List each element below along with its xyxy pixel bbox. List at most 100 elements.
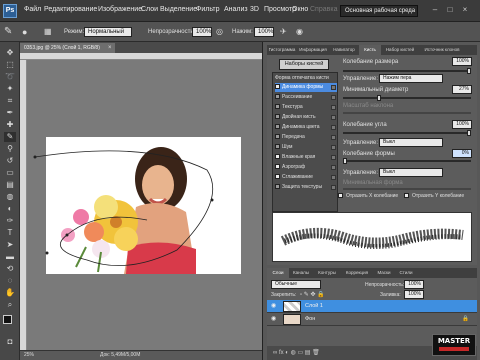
lasso-tool-icon[interactable]: ➰ xyxy=(4,72,16,82)
shape-tool-icon[interactable]: ▬ xyxy=(4,252,16,262)
checkbox-icon[interactable] xyxy=(275,174,280,180)
brush-tip-shape-item[interactable]: Форма отпечатка кисти xyxy=(275,74,337,83)
healing-tool-icon[interactable]: ✚ xyxy=(4,120,16,130)
slider-thumb[interactable] xyxy=(467,68,471,74)
path-select-tool-icon[interactable]: ➤ xyxy=(4,240,16,250)
checkbox-icon[interactable] xyxy=(275,104,280,110)
close-icon[interactable]: × xyxy=(460,5,470,15)
checkbox-icon[interactable] xyxy=(275,184,280,190)
airbrush-icon[interactable]: ✈ xyxy=(280,27,290,37)
maximize-icon[interactable]: □ xyxy=(445,5,455,15)
checkbox-icon[interactable] xyxy=(275,154,280,160)
fill-value[interactable]: 100% xyxy=(404,290,424,299)
lock-icon[interactable] xyxy=(331,145,336,150)
3d-orbit-tool-icon[interactable]: ◌ xyxy=(4,276,16,286)
lock-icon[interactable] xyxy=(331,85,336,90)
lock-icon[interactable] xyxy=(331,155,336,160)
checkbox-icon[interactable] xyxy=(275,124,280,130)
layer-row[interactable]: ◉ Слой 1 xyxy=(267,300,477,313)
layer-name[interactable]: Слой 1 xyxy=(305,300,323,313)
menu-edit[interactable]: Редактирование xyxy=(44,6,97,13)
zoom-tool-icon[interactable]: ⌕ xyxy=(4,300,16,310)
menu-3d[interactable]: 3D xyxy=(250,6,259,13)
roundness-jitter-value[interactable]: 0% xyxy=(452,149,472,158)
control-select-1[interactable]: Нажим пера xyxy=(379,74,443,83)
menu-image[interactable]: Изображение xyxy=(98,6,142,13)
history-brush-tool-icon[interactable]: ↺ xyxy=(4,156,16,166)
color-dynamics-item[interactable]: Динамика цвета xyxy=(275,123,337,132)
close-doc-icon[interactable]: × xyxy=(108,44,114,52)
roundness-jitter-slider[interactable] xyxy=(343,158,471,164)
opacity-pressure-icon[interactable]: ◎ xyxy=(216,27,226,37)
control-select-2[interactable]: Выкл xyxy=(379,138,443,147)
brush-preset-picker-icon[interactable]: ● xyxy=(22,26,36,38)
gradient-tool-icon[interactable]: ▤ xyxy=(4,180,16,190)
mode-select[interactable]: Нормальный xyxy=(84,27,132,37)
tab-brush-presets[interactable]: Набор кистей xyxy=(381,45,419,55)
blur-tool-icon[interactable]: ◍ xyxy=(4,192,16,202)
flip-y-checkbox[interactable] xyxy=(404,193,409,198)
layer-name[interactable]: Фон xyxy=(305,313,315,326)
tab-styles[interactable]: Стили xyxy=(395,268,417,278)
lock-icon[interactable] xyxy=(331,105,336,110)
transfer-item[interactable]: Передача xyxy=(275,133,337,142)
type-tool-icon[interactable]: T xyxy=(4,228,16,238)
tab-info[interactable]: Информация xyxy=(297,45,329,55)
checkbox-icon[interactable] xyxy=(275,134,280,140)
texture-item[interactable]: Текстура xyxy=(275,103,337,112)
quick-mask-icon[interactable]: ◘ xyxy=(4,337,16,347)
minimize-icon[interactable]: – xyxy=(430,5,440,15)
menu-window[interactable]: Окно xyxy=(292,6,308,13)
tab-paths[interactable]: Контуры xyxy=(313,268,341,278)
tab-channels[interactable]: Каналы xyxy=(289,268,313,278)
airbrush-item[interactable]: Аэрограф xyxy=(275,163,337,172)
layer-opacity-value[interactable]: 100% xyxy=(404,280,424,289)
foreground-color-swatch[interactable] xyxy=(3,315,12,324)
dual-brush-item[interactable]: Двойная кисть xyxy=(275,113,337,122)
checkbox-icon[interactable] xyxy=(275,84,280,90)
hand-tool-icon[interactable]: ✋ xyxy=(4,288,16,298)
lock-icon[interactable] xyxy=(331,135,336,140)
angle-jitter-slider[interactable] xyxy=(343,130,471,136)
layer-footer-icons[interactable]: ∞ fx ◐ ◍ ▭ ▤ 🗑 xyxy=(273,349,320,356)
min-diameter-slider[interactable] xyxy=(343,95,471,101)
3d-rotate-tool-icon[interactable]: ⟲ xyxy=(4,264,16,274)
lock-icon[interactable] xyxy=(331,115,336,120)
min-diameter-value[interactable]: 27% xyxy=(452,85,472,94)
min-roundness-slider[interactable] xyxy=(343,188,471,190)
lock-options-icon[interactable]: ▫ ✎ ✥ 🔒 xyxy=(300,291,325,298)
checkbox-icon[interactable] xyxy=(275,164,280,170)
eraser-tool-icon[interactable]: ▭ xyxy=(4,168,16,178)
pen-tool-icon[interactable]: ✑ xyxy=(4,216,16,226)
brush-tool-icon[interactable]: ✎ xyxy=(4,26,16,38)
size-jitter-slider[interactable] xyxy=(343,68,471,74)
menu-help[interactable]: Справка xyxy=(310,6,337,13)
checkbox-icon[interactable] xyxy=(275,114,280,120)
scattering-item[interactable]: Рассеивание xyxy=(275,93,337,102)
clone-stamp-tool-icon[interactable]: ⚲ xyxy=(4,144,16,154)
slider-thumb[interactable] xyxy=(467,130,471,136)
brush-tool-icon[interactable]: ✎ xyxy=(4,132,16,142)
tab-masks[interactable]: Маски xyxy=(373,268,395,278)
tab-histogram[interactable]: Гистограмма xyxy=(267,45,297,55)
wet-edges-item[interactable]: Влажные края xyxy=(275,153,337,162)
document-tab[interactable]: 0353.jpg @ 25% (Слой 1, RGB/8) xyxy=(20,43,115,53)
protect-texture-item[interactable]: Защита текстуры xyxy=(275,183,337,192)
flow-input[interactable]: 100% xyxy=(254,27,274,37)
status-zoom[interactable]: 25% xyxy=(24,351,34,360)
move-tool-icon[interactable]: ✥ xyxy=(4,48,16,58)
dodge-tool-icon[interactable]: ◐ xyxy=(4,204,16,214)
lock-icon[interactable] xyxy=(331,125,336,130)
shape-dynamics-item[interactable]: Динамика формы xyxy=(275,83,337,92)
eyedropper-tool-icon[interactable]: ✒ xyxy=(4,108,16,118)
flip-x-checkbox[interactable] xyxy=(338,193,343,198)
lock-icon[interactable] xyxy=(331,185,336,190)
opacity-input[interactable]: 100% xyxy=(192,27,212,37)
checkbox-icon[interactable] xyxy=(275,94,280,100)
crop-tool-icon[interactable]: ⌗ xyxy=(4,96,16,106)
slider-thumb[interactable] xyxy=(343,158,347,164)
eye-icon[interactable]: ◉ xyxy=(271,303,279,310)
lock-icon[interactable] xyxy=(331,175,336,180)
lock-icon[interactable] xyxy=(331,95,336,100)
tab-navigator[interactable]: Навигатор xyxy=(329,45,359,55)
